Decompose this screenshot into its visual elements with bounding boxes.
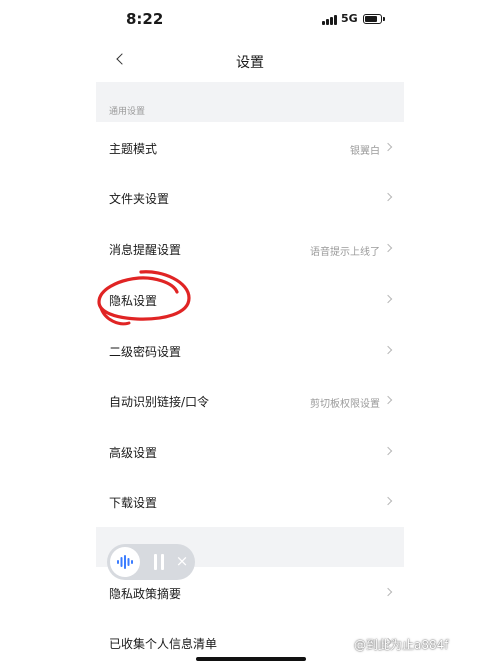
close-icon[interactable]: × <box>173 552 191 570</box>
row-label: 高级设置 <box>109 446 158 460</box>
row-folder-settings[interactable]: 文件夹设置 <box>96 172 404 222</box>
status-time: 8:22 <box>126 10 164 28</box>
row-label: 隐私设置 <box>109 294 158 308</box>
row-advanced-settings[interactable]: 高级设置 <box>96 426 404 476</box>
signal-icon <box>322 15 338 25</box>
chevron-right-icon <box>383 243 393 253</box>
chevron-right-icon <box>383 446 393 456</box>
battery-icon <box>363 14 382 24</box>
row-label: 隐私政策摘要 <box>109 587 182 601</box>
status-bar: 8:22 5G <box>96 0 404 40</box>
voice-wave-icon <box>117 555 133 569</box>
row-download-settings[interactable]: 下载设置 <box>96 476 404 526</box>
chevron-right-icon <box>383 294 393 304</box>
row-notification-settings[interactable]: 消息提醒设置 语音提示上线了 <box>96 223 404 273</box>
pause-icon[interactable] <box>152 554 166 570</box>
row-label: 自动识别链接/口令 <box>109 395 210 409</box>
row-label: 下载设置 <box>109 496 158 510</box>
row-theme-mode[interactable]: 主题模式 银翼白 <box>96 122 404 172</box>
chevron-right-icon <box>383 587 393 597</box>
chevron-right-icon <box>383 345 393 355</box>
page-title: 设置 <box>236 55 264 71</box>
voice-playback-control: × <box>107 544 195 580</box>
section-general: 通用设置 <box>96 82 404 122</box>
chevron-right-icon <box>383 192 393 202</box>
row-auto-detect-links[interactable]: 自动识别链接/口令 剪切板权限设置 <box>96 375 404 425</box>
chevron-right-icon <box>383 395 393 405</box>
row-value: 剪切板权限设置 <box>310 399 380 410</box>
watermark: @到此为止a884f <box>354 638 449 652</box>
section-label: 通用设置 <box>109 107 146 117</box>
battery-cap <box>383 17 385 21</box>
row-privacy-settings[interactable]: 隐私设置 <box>96 274 404 324</box>
row-label: 消息提醒设置 <box>109 243 182 257</box>
nav-bar: 设置 <box>96 40 404 80</box>
voice-wave-button[interactable] <box>110 547 140 577</box>
row-value: 银翼白 <box>350 146 380 157</box>
row-label: 主题模式 <box>109 142 158 156</box>
chevron-right-icon <box>383 496 393 506</box>
home-indicator <box>196 657 306 661</box>
row-secondary-password[interactable]: 二级密码设置 <box>96 325 404 375</box>
row-label: 已收集个人信息清单 <box>109 637 218 651</box>
row-label: 文件夹设置 <box>109 192 170 206</box>
battery-level <box>365 16 377 22</box>
network-type: 5G <box>341 12 358 25</box>
row-label: 二级密码设置 <box>109 345 182 359</box>
chevron-right-icon <box>383 142 393 152</box>
row-value: 语音提示上线了 <box>310 247 380 258</box>
